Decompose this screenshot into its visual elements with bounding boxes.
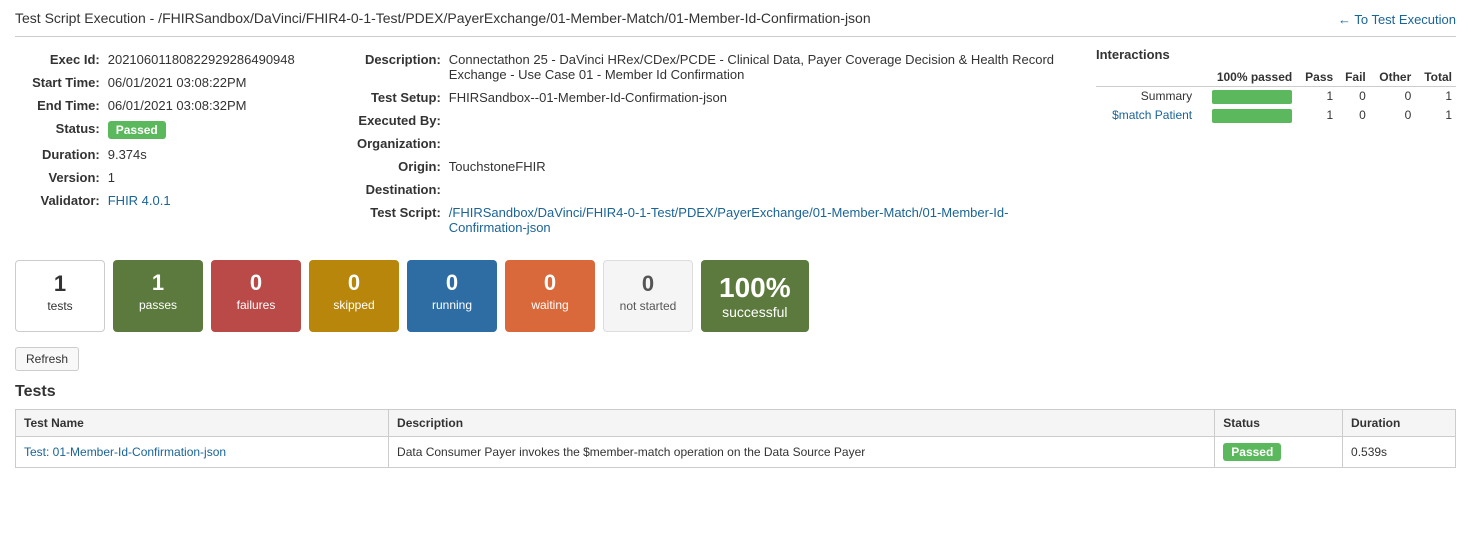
- test-name-link-0[interactable]: Test: 01-Member-Id-Confirmation-json: [24, 445, 226, 459]
- version-value: 1: [108, 167, 333, 188]
- origin-value: TouchstoneFHIR: [449, 156, 1074, 177]
- tests-label: tests: [31, 299, 89, 313]
- not-started-stat-box: 0 not started: [603, 260, 693, 332]
- refresh-button[interactable]: Refresh: [15, 347, 79, 371]
- stats-row: 1 tests 1 passes 0 failures 0 skipped 0 …: [15, 260, 1456, 332]
- success-label: successful: [722, 304, 787, 320]
- skipped-label: skipped: [324, 298, 384, 312]
- start-time-label: Start Time:: [17, 72, 106, 93]
- executed-by-value: [449, 110, 1074, 131]
- col-label: [1096, 68, 1196, 87]
- duration-label: Duration:: [17, 144, 106, 165]
- destination-label: Destination:: [357, 179, 447, 200]
- running-number: 0: [422, 270, 482, 296]
- waiting-stat-box: 0 waiting: [505, 260, 595, 332]
- failures-label: failures: [226, 298, 286, 312]
- failures-number: 0: [226, 270, 286, 296]
- tests-stat-box: 1 tests: [15, 260, 105, 332]
- exec-info-section: Exec Id: 20210601180822929286490948 Star…: [15, 47, 335, 240]
- exec-id-label: Exec Id:: [17, 49, 106, 70]
- tests-section-title: Tests: [15, 383, 1456, 401]
- test-script-label: Test Script:: [357, 202, 447, 238]
- interaction-pass-1: 1: [1296, 106, 1337, 125]
- start-time-value: 06/01/2021 03:08:22PM: [108, 72, 333, 93]
- running-label: running: [422, 298, 482, 312]
- interaction-pass-0: 1: [1296, 87, 1337, 106]
- col-description: Description: [389, 410, 1215, 437]
- status-badge: Passed: [108, 121, 166, 139]
- col-total: Total: [1415, 68, 1456, 87]
- interactions-table: 100% passed Pass Fail Other Total Summar…: [1096, 68, 1456, 125]
- main-content: Exec Id: 20210601180822929286490948 Star…: [15, 47, 1456, 240]
- tests-number: 1: [31, 271, 89, 297]
- interaction-progress-1: [1196, 106, 1296, 125]
- failures-stat-box: 0 failures: [211, 260, 301, 332]
- description-label: Description:: [357, 49, 447, 85]
- waiting-label: waiting: [520, 298, 580, 312]
- origin-label: Origin:: [357, 156, 447, 177]
- tests-table: Test Name Description Status Duration Te…: [15, 409, 1456, 468]
- page-title: Test Script Execution - /FHIRSandbox/DaV…: [15, 10, 871, 28]
- exec-info-table: Exec Id: 20210601180822929286490948 Star…: [15, 47, 335, 213]
- test-duration-0: 0.539s: [1343, 437, 1456, 468]
- interaction-total-1: 1: [1415, 106, 1456, 125]
- organization-label: Organization:: [357, 133, 447, 154]
- test-description-0: Data Consumer Payer invokes the $member-…: [389, 437, 1215, 468]
- interaction-total-0: 1: [1415, 87, 1456, 106]
- col-test-name: Test Name: [16, 410, 389, 437]
- col-passed: 100% passed: [1196, 68, 1296, 87]
- interaction-fail-1: 0: [1337, 106, 1370, 125]
- interactions-title: Interactions: [1096, 47, 1456, 62]
- col-status: Status: [1215, 410, 1343, 437]
- exec-id-value: 20210601180822929286490948: [108, 49, 333, 70]
- test-setup-label: Test Setup:: [357, 87, 447, 108]
- validator-label: Validator:: [17, 190, 106, 211]
- success-stat-box: 100% successful: [701, 260, 809, 332]
- test-script-link[interactable]: /FHIRSandbox/DaVinci/FHIR4-0-1-Test/PDEX…: [449, 205, 1009, 235]
- col-duration: Duration: [1343, 410, 1456, 437]
- test-status-badge-0: Passed: [1223, 443, 1281, 461]
- title-main: Test Script Execution: [15, 10, 146, 26]
- not-started-label: not started: [619, 299, 677, 313]
- status-cell: Passed: [108, 118, 333, 142]
- skipped-number: 0: [324, 270, 384, 296]
- col-other: Other: [1370, 68, 1416, 87]
- page-header: Test Script Execution - /FHIRSandbox/DaV…: [15, 10, 1456, 37]
- status-label: Status:: [17, 118, 106, 142]
- passes-stat-box: 1 passes: [113, 260, 203, 332]
- interaction-progress-0: [1196, 87, 1296, 106]
- waiting-number: 0: [520, 270, 580, 296]
- interaction-other-1: 0: [1370, 106, 1416, 125]
- end-time-value: 06/01/2021 03:08:32PM: [108, 95, 333, 116]
- validator-link[interactable]: FHIR 4.0.1: [108, 193, 171, 208]
- description-value: Connectathon 25 - DaVinci HRex/CDex/PCDE…: [449, 49, 1074, 85]
- interaction-row-label-0: Summary: [1096, 87, 1196, 106]
- version-label: Version:: [17, 167, 106, 188]
- interaction-other-0: 0: [1370, 87, 1416, 106]
- validator-cell: FHIR 4.0.1: [108, 190, 333, 211]
- duration-value: 9.374s: [108, 144, 333, 165]
- not-started-number: 0: [619, 271, 677, 297]
- col-pass: Pass: [1296, 68, 1337, 87]
- to-test-execution-link[interactable]: To Test Execution: [1338, 12, 1456, 27]
- end-time-label: End Time:: [17, 95, 106, 116]
- executed-by-label: Executed By:: [357, 110, 447, 131]
- col-fail: Fail: [1337, 68, 1370, 87]
- organization-value: [449, 133, 1074, 154]
- table-row: Test: 01-Member-Id-Confirmation-json Data…: [16, 437, 1456, 468]
- interaction-fail-0: 0: [1337, 87, 1370, 106]
- interaction-row-link-1[interactable]: $match Patient: [1112, 108, 1192, 122]
- destination-value: [449, 179, 1074, 200]
- title-sub: - /FHIRSandbox/DaVinci/FHIR4-0-1-Test/PD…: [146, 10, 871, 26]
- test-setup-value: FHIRSandbox--01-Member-Id-Confirmation-j…: [449, 87, 1074, 108]
- running-stat-box: 0 running: [407, 260, 497, 332]
- passes-number: 1: [128, 270, 188, 296]
- success-pct: 100%: [719, 272, 791, 304]
- description-info-section: Description: Connectathon 25 - DaVinci H…: [355, 47, 1076, 240]
- skipped-stat-box: 0 skipped: [309, 260, 399, 332]
- passes-label: passes: [128, 298, 188, 312]
- interactions-section: Interactions 100% passed Pass Fail Other…: [1096, 47, 1456, 240]
- description-info-table: Description: Connectathon 25 - DaVinci H…: [355, 47, 1076, 240]
- test-script-cell: /FHIRSandbox/DaVinci/FHIR4-0-1-Test/PDEX…: [449, 202, 1074, 238]
